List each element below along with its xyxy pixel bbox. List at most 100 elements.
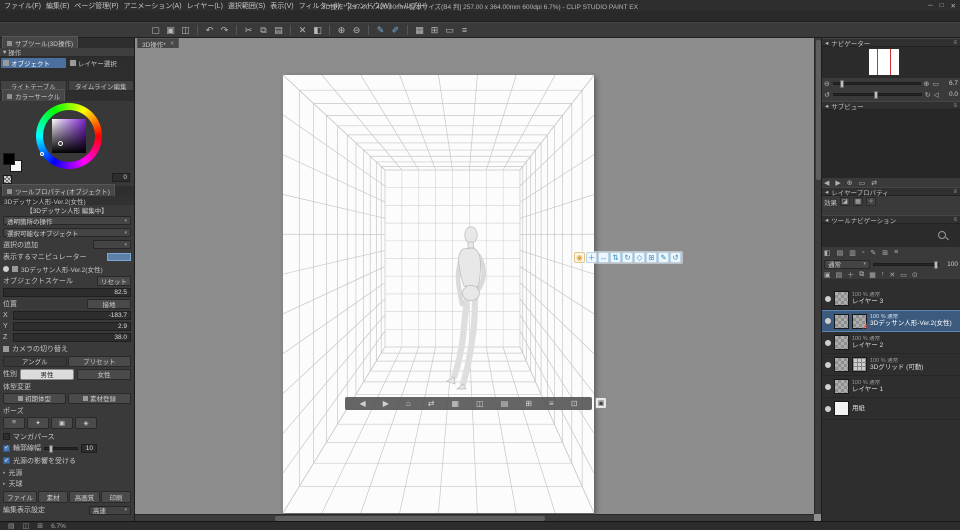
tone-effect-icon[interactable]: ▦	[853, 197, 863, 206]
launcher-expand-icon[interactable]: ▣	[595, 397, 607, 409]
angle-button[interactable]: アングル	[3, 355, 67, 367]
status-doc-icon[interactable]: ▤	[8, 522, 15, 530]
outline-width-checkbox[interactable]: ✓	[3, 444, 10, 452]
initial-body-button[interactable]: 初期体型	[3, 392, 66, 404]
document-page[interactable]: ◉ ＋ ↔ ⇅ ↻ ◇ ⊞ ✎ ↺	[283, 75, 683, 513]
ruler-icon[interactable]: ▭	[444, 25, 455, 36]
border-effect-icon[interactable]: ◪	[840, 197, 850, 206]
blend-mode-dropdown[interactable]: 通常 ▾	[824, 259, 870, 269]
pose-hand-icon[interactable]: ✦	[27, 416, 49, 429]
collapse-icon[interactable]: ◂	[825, 102, 828, 110]
layer-visible-icon[interactable]	[825, 295, 831, 302]
zoom-out-icon[interactable]: ⊖	[351, 25, 362, 36]
new-file-icon[interactable]: ▢	[150, 25, 161, 36]
status-grid-icon[interactable]: ⊞	[37, 522, 43, 530]
tab-close-icon[interactable]: ✕	[170, 41, 175, 47]
magnifier-icon[interactable]	[938, 231, 946, 239]
layer-visible-icon[interactable]	[825, 383, 831, 390]
edit-display-dropdown[interactable]: 高速 ▾	[89, 505, 131, 515]
hue-cursor[interactable]	[40, 152, 44, 156]
layer-visible-icon[interactable]	[825, 361, 831, 368]
transparent-area-dropdown[interactable]: 透明箇所の操作 ▾	[3, 216, 131, 226]
tab-color-circle[interactable]: カラーサークル	[2, 89, 66, 101]
tab-print[interactable]: 印刷	[100, 490, 131, 503]
layer-opacity-slider[interactable]	[873, 260, 939, 269]
outline-width-value[interactable]: 10	[81, 443, 97, 453]
pose-reset-icon[interactable]: ◈	[75, 416, 97, 429]
snap-icon[interactable]: ⊞	[429, 25, 440, 36]
palette-menu-icon[interactable]: ≡	[953, 103, 957, 109]
layer-mask-icon[interactable]: ▭	[900, 271, 907, 279]
menu-view[interactable]: 表示(V)	[270, 1, 293, 11]
layer-search-icon[interactable]: ◧	[824, 249, 831, 257]
collapse-icon[interactable]: ◂	[825, 216, 828, 224]
layer-thumbnail[interactable]	[834, 335, 849, 350]
edit-pose-icon[interactable]: ✎	[658, 252, 669, 263]
manga-perspective-checkbox[interactable]	[3, 433, 10, 440]
snap-ground-icon[interactable]: ⊞	[525, 397, 532, 410]
fit-view-icon[interactable]: ▭	[932, 80, 939, 88]
subview-zoom-icon[interactable]: ⊕	[847, 179, 853, 187]
menu-selection[interactable]: 選択範囲(S)	[228, 1, 265, 11]
reset-rotate-icon[interactable]: ◁	[934, 91, 939, 99]
vertical-scrollbar[interactable]	[814, 38, 821, 514]
collapse-icon[interactable]: ◂	[825, 188, 828, 196]
vertical-move-icon[interactable]: ⇅	[610, 252, 621, 263]
layer-material-thumbnail[interactable]: ✕	[852, 313, 868, 331]
tab-material[interactable]: 素材	[38, 490, 69, 503]
save-icon[interactable]: ◫	[180, 25, 191, 36]
status-save-icon[interactable]: ◫	[23, 522, 30, 530]
undo-icon[interactable]: ↶	[204, 25, 215, 36]
menu-layer[interactable]: レイヤー(L)	[187, 1, 223, 11]
zoom-out-icon[interactable]: ⊖	[824, 80, 830, 88]
layer-row[interactable]: 100 % 通常 3Dグリッド (可動)	[822, 354, 960, 376]
camera-orbit-icon[interactable]: ◉	[574, 252, 585, 263]
subtool-item-object[interactable]: オブジェクト	[1, 58, 66, 68]
navigator-preview[interactable]	[869, 49, 899, 75]
new-vector-layer-icon[interactable]: ▤	[836, 271, 843, 279]
pose-register-icon[interactable]: ▣	[51, 416, 73, 429]
zoom-in-icon[interactable]: ⊕	[924, 80, 930, 88]
color-cursor[interactable]	[58, 141, 63, 146]
preset-button[interactable]: プリセット	[67, 355, 131, 367]
prev-image-icon[interactable]: ◀	[824, 179, 829, 187]
toolbar-settings-icon[interactable]: ≡	[459, 25, 470, 36]
transfer-layer-icon[interactable]: ↑	[881, 271, 885, 278]
lock-layer-icon[interactable]: ⊞	[882, 249, 888, 257]
menu-file[interactable]: ファイル(F)	[4, 1, 41, 11]
selection-eraser-icon[interactable]: ✐	[390, 25, 401, 36]
fill-icon[interactable]: ◧	[312, 25, 323, 36]
selection-add-dropdown[interactable]: ▾	[93, 240, 131, 249]
redo-icon[interactable]: ↷	[219, 25, 230, 36]
layer-row-paper[interactable]: 用紙	[822, 398, 960, 420]
pose-list-icon[interactable]: ≡	[3, 416, 25, 429]
pan-icon[interactable]: ↔	[598, 252, 609, 263]
selection-pen-icon[interactable]: ✎	[375, 25, 386, 36]
layer-menu-icon[interactable]: ≡	[894, 249, 898, 256]
duplicate-layer-icon[interactable]: ⧉	[859, 271, 864, 279]
delete-icon[interactable]: ✕	[297, 25, 308, 36]
grid-icon[interactable]: ▦	[414, 25, 425, 36]
new-folder-icon[interactable]: ▦	[869, 271, 876, 279]
color-value-field[interactable]: 0	[112, 173, 130, 182]
paper-thumbnail[interactable]	[834, 401, 849, 416]
next-model-icon[interactable]: ▶	[383, 397, 389, 410]
tab-file[interactable]: ファイル	[3, 490, 37, 503]
model-settings-icon[interactable]: ⊡	[571, 397, 578, 410]
subview-flip-icon[interactable]: ⇄	[871, 179, 877, 187]
saturation-value-square[interactable]	[52, 119, 86, 153]
new-raster-layer-icon[interactable]: ▣	[824, 271, 831, 279]
sky-sphere-row[interactable]: ▸ 天球	[3, 478, 131, 489]
tab-timeline-edit[interactable]: タイムライン編集	[67, 80, 134, 91]
open-file-icon[interactable]: ▣	[165, 25, 176, 36]
scale-icon[interactable]: ◇	[634, 252, 645, 263]
layer-thumbnail[interactable]	[834, 379, 849, 394]
object-scale-slider[interactable]: 82.5	[3, 288, 131, 297]
layer-property-header[interactable]: ◂ レイヤープロパティ ≡	[822, 187, 960, 197]
camera-switch-row[interactable]: カメラの切り替え	[3, 343, 131, 354]
grid-toggle-icon[interactable]: ▦	[452, 397, 460, 410]
layer-row[interactable]: 100 % 通常 レイヤー 2	[822, 332, 960, 354]
camera-home-icon[interactable]: ⌂	[406, 397, 411, 410]
male-button[interactable]: 男性	[20, 368, 74, 380]
layer-thumbnail[interactable]	[834, 313, 849, 329]
